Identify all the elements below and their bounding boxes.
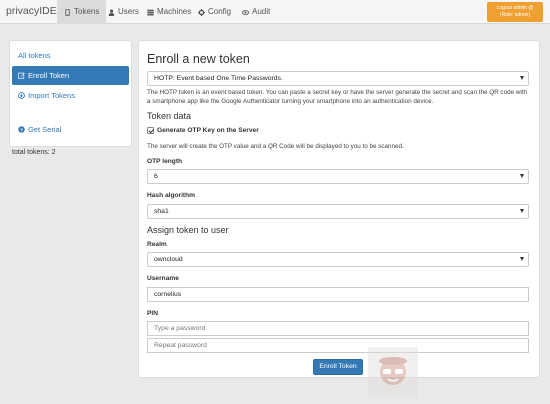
otp-length-value: 6 xyxy=(154,173,158,180)
edit-icon xyxy=(18,72,25,79)
role-label: (Role: admin) xyxy=(499,12,530,18)
hash-value: sha1 xyxy=(154,208,169,215)
tab-users-label: Users xyxy=(118,7,139,16)
pin-repeat-input[interactable]: Repeat password xyxy=(147,338,529,353)
tab-machines[interactable]: Machines xyxy=(140,0,198,24)
chevron-down-icon xyxy=(520,257,524,261)
logout-label: Logout admin @ xyxy=(496,5,534,11)
realm-label: Realm xyxy=(147,241,167,248)
genkey-label: Generate OTP Key on the Server xyxy=(157,127,259,134)
sidebar-item-get-serial[interactable]: ? Get Serial xyxy=(12,120,129,139)
phone-icon xyxy=(65,8,70,16)
tab-tokens[interactable]: Tokens xyxy=(57,0,107,24)
server-icon xyxy=(147,9,154,15)
realm-select[interactable]: owncloud xyxy=(147,252,529,267)
hash-label: Hash algorithm xyxy=(147,192,195,199)
genkey-description: The server will create the OTP value and… xyxy=(147,143,404,150)
hash-select[interactable]: sha1 xyxy=(147,204,529,219)
sidebar-item-enroll-token[interactable]: Enroll Token xyxy=(12,66,129,85)
pin-label: PIN xyxy=(147,310,158,317)
chevron-down-icon xyxy=(520,76,524,80)
top-navbar: privacyIDEA Tokens Users Machines Config… xyxy=(0,0,550,24)
logout-button[interactable]: Logout admin @ (Role: admin) xyxy=(487,2,543,22)
chevron-down-icon xyxy=(520,174,524,178)
tab-machines-label: Machines xyxy=(157,7,192,16)
genkey-row: Generate OTP Key on the Server xyxy=(147,127,259,134)
token-description: The HOTP token is an event based token. … xyxy=(147,89,528,105)
sidebar-item-label: All tokens xyxy=(18,51,51,60)
token-type-select[interactable]: HOTP: Event based One Time Passwords. xyxy=(147,71,529,86)
assign-heading: Assign token to user xyxy=(147,225,229,235)
gear-icon xyxy=(198,8,205,16)
enroll-panel: Enroll a new token HOTP: Event based One… xyxy=(138,40,540,378)
tab-audit-label: Audit xyxy=(252,7,271,16)
watermark-logo-icon xyxy=(368,347,418,397)
enroll-token-button[interactable]: Enroll Token xyxy=(313,359,363,375)
user-icon xyxy=(108,8,115,16)
genkey-checkbox[interactable] xyxy=(147,127,154,134)
import-icon xyxy=(18,92,25,99)
otp-length-select[interactable]: 6 xyxy=(147,169,529,184)
question-icon: ? xyxy=(18,126,25,133)
sidebar-item-label: Import Tokens xyxy=(28,91,75,100)
sidebar-item-import-tokens[interactable]: Import Tokens xyxy=(12,86,129,105)
sidebar-item-label: Enroll Token xyxy=(28,71,70,80)
tab-config-label: Config xyxy=(208,7,232,16)
tab-tokens-label: Tokens xyxy=(74,7,100,16)
token-type-value: HOTP: Event based One Time Passwords. xyxy=(154,75,283,82)
sidebar-panel: All tokens Enroll Token Import Tokens ? … xyxy=(9,40,132,147)
brand-logo[interactable]: privacyIDEA xyxy=(6,5,64,17)
svg-text:?: ? xyxy=(20,127,23,133)
sidebar-item-label: Get Serial xyxy=(28,125,62,134)
otp-length-label: OTP length xyxy=(147,158,183,165)
realm-value: owncloud xyxy=(154,256,183,263)
pin-input[interactable]: Type a password xyxy=(147,321,529,336)
token-data-heading: Token data xyxy=(147,111,192,121)
sidebar-item-all-tokens[interactable]: All tokens xyxy=(12,46,129,65)
eye-icon xyxy=(242,9,249,15)
username-input[interactable]: cornelius xyxy=(147,287,529,302)
chevron-down-icon xyxy=(520,209,524,213)
page-title: Enroll a new token xyxy=(147,52,250,66)
sidebar: All tokens Enroll Token Import Tokens ? … xyxy=(9,40,132,156)
username-label: Username xyxy=(147,275,179,282)
tab-config[interactable]: Config xyxy=(191,0,238,24)
total-tokens: total tokens: 2 xyxy=(12,149,56,156)
tab-audit[interactable]: Audit xyxy=(235,0,277,24)
